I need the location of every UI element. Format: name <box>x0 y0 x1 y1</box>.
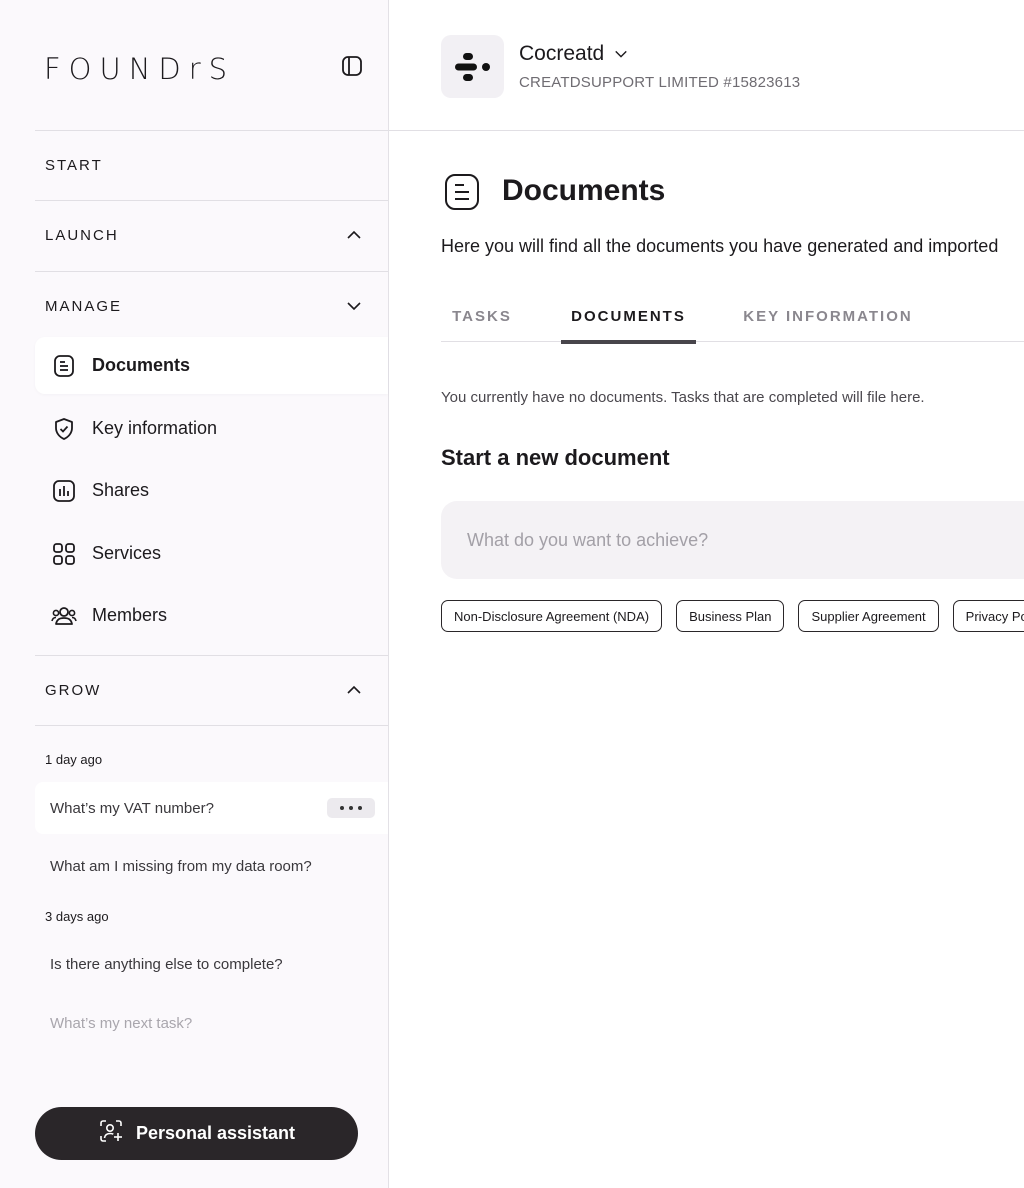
chip-business-plan[interactable]: Business Plan <box>676 600 785 632</box>
section-manage-label: MANAGE <box>45 297 123 315</box>
bar-chart-icon <box>51 478 77 504</box>
personal-assistant-button[interactable]: Personal assistant <box>35 1107 358 1160</box>
chevron-up-icon <box>347 685 361 694</box>
chip-supplier-agreement[interactable]: Supplier Agreement <box>798 600 939 632</box>
sidebar-item-members[interactable]: Members <box>35 587 388 644</box>
history-item-text: What am I missing from my data room? <box>50 857 312 875</box>
tab-bar: TASKS DOCUMENTS KEY INFORMATION <box>441 290 1024 344</box>
sidebar-item-shares[interactable]: Shares <box>35 462 388 519</box>
section-grow[interactable]: GROW <box>35 656 388 724</box>
section-start[interactable]: START <box>35 131 388 199</box>
history-item[interactable]: Is there anything else to complete? <box>35 938 388 990</box>
grid-icon <box>51 541 77 567</box>
chevron-up-icon <box>347 230 361 239</box>
more-options-icon[interactable] <box>327 798 375 818</box>
document-icon <box>445 174 479 210</box>
chevron-down-icon <box>347 302 361 311</box>
company-registration: CREATDSUPPORT LIMITED #15823613 <box>519 74 801 91</box>
section-manage[interactable]: MANAGE <box>35 272 388 340</box>
company-selector[interactable]: Cocreatd <box>519 42 628 66</box>
sidebar-item-label: Shares <box>92 480 150 500</box>
section-launch-label: LAUNCH <box>45 226 119 244</box>
tab-tasks[interactable]: TASKS <box>441 290 523 342</box>
assistant-icon <box>98 1118 124 1149</box>
members-icon <box>51 603 77 629</box>
new-document-title: Start a new document <box>441 445 670 470</box>
page-description: Here you will find all the documents you… <box>441 236 999 256</box>
history-group-label: 3 days ago <box>45 909 109 924</box>
history-item[interactable]: What am I missing from my data room? <box>35 840 388 892</box>
sidebar: FOUNDrS START LAUNCH MANAGE Documents Ke… <box>0 0 389 1188</box>
shield-check-icon <box>51 416 77 442</box>
sidebar-item-key-information[interactable]: Key information <box>35 400 388 457</box>
document-search-input[interactable] <box>441 501 1024 579</box>
section-grow-label: GROW <box>45 681 102 699</box>
sidebar-item-label: Services <box>92 543 162 563</box>
chip-nda[interactable]: Non-Disclosure Agreement (NDA) <box>441 600 663 632</box>
sidebar-item-services[interactable]: Services <box>35 525 388 582</box>
history-item[interactable]: What’s my next task? <box>35 997 388 1049</box>
sidebar-collapse-icon[interactable] <box>341 55 363 77</box>
tab-key-information[interactable]: KEY INFORMATION <box>738 290 918 342</box>
main-content: Cocreatd CREATDSUPPORT LIMITED #15823613… <box>389 0 1024 1188</box>
header-divider <box>389 130 1024 131</box>
chevron-down-icon <box>615 50 627 58</box>
company-name: Cocreatd <box>519 42 605 65</box>
chip-privacy-policy[interactable]: Privacy Policy <box>952 600 1024 632</box>
suggestion-chips: Non-Disclosure Agreement (NDA) Business … <box>441 600 1024 632</box>
history-item[interactable]: What’s my VAT number? <box>35 782 388 834</box>
history-item-text: What’s my VAT number? <box>50 799 214 817</box>
sidebar-item-label: Documents <box>92 355 191 375</box>
history-item-text: What’s my next task? <box>50 1014 193 1032</box>
history-group-label: 1 day ago <box>45 752 103 767</box>
sidebar-item-label: Key information <box>92 418 218 438</box>
section-start-label: START <box>45 156 103 174</box>
sidebar-divider <box>35 725 388 726</box>
foundrs-logo[interactable]: FOUNDrS <box>44 52 235 86</box>
sidebar-item-documents[interactable]: Documents <box>35 337 388 394</box>
sidebar-item-label: Members <box>92 605 168 625</box>
personal-assistant-label: Personal assistant <box>135 1123 296 1143</box>
empty-state-message: You currently have no documents. Tasks t… <box>441 389 925 406</box>
page-title: Documents <box>502 174 666 207</box>
document-icon <box>51 353 77 379</box>
company-logo <box>441 35 504 98</box>
section-launch[interactable]: LAUNCH <box>35 201 388 269</box>
history-item-text: Is there anything else to complete? <box>50 955 283 973</box>
tab-documents[interactable]: DOCUMENTS <box>561 290 696 344</box>
